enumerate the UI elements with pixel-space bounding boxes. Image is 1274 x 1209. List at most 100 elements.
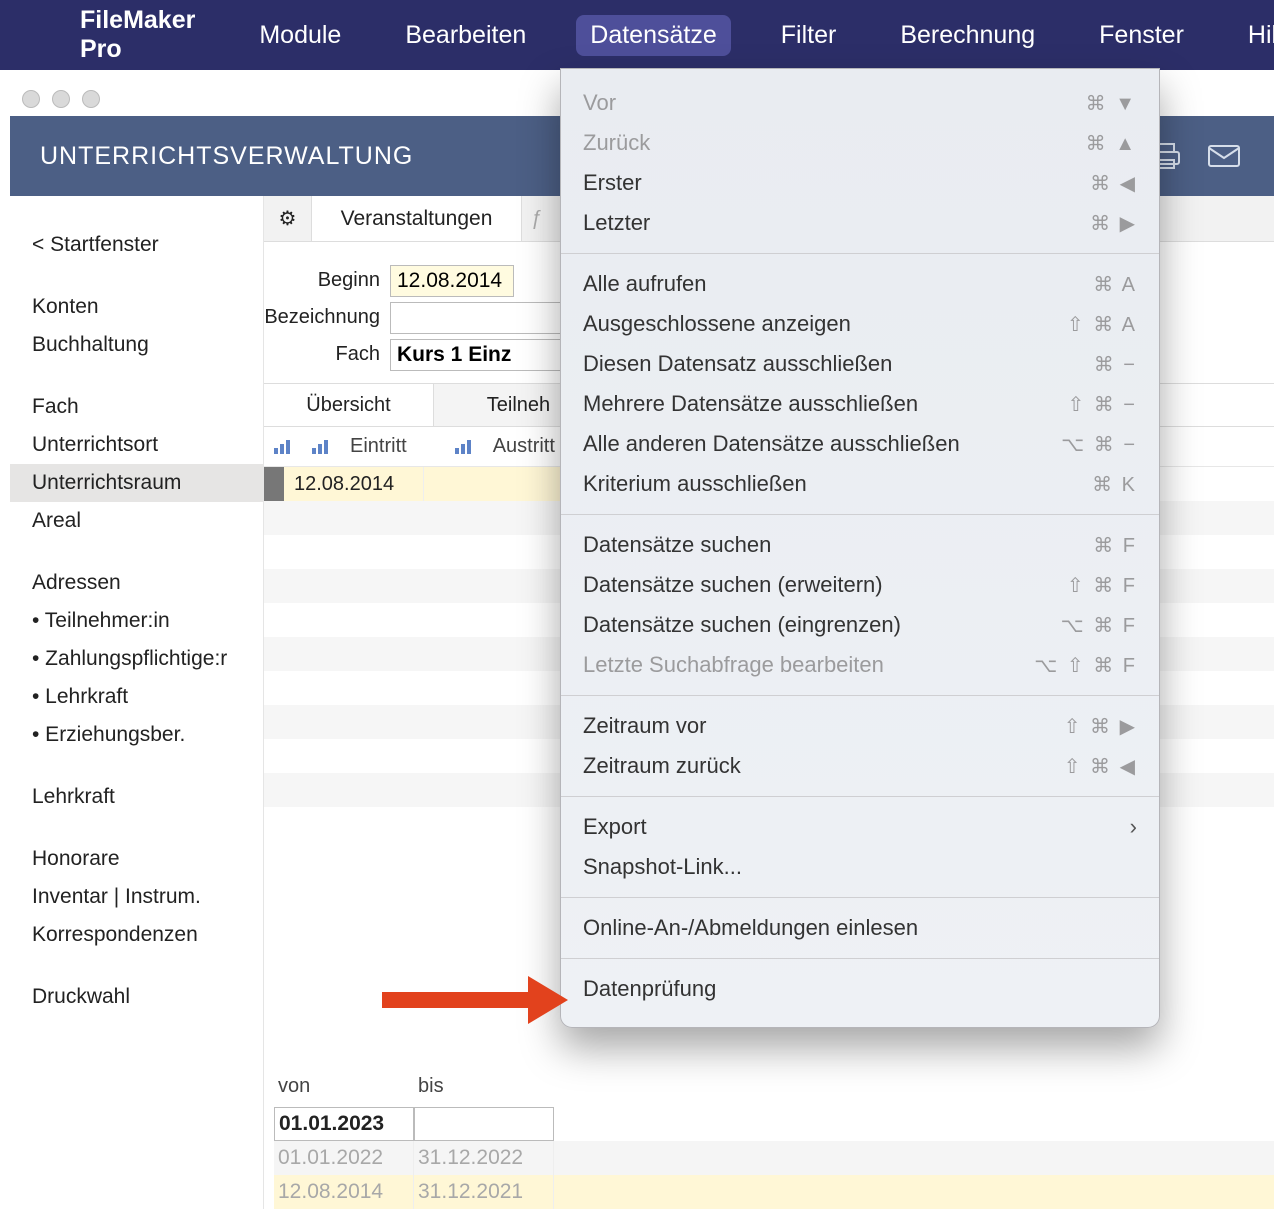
col-eintritt[interactable]: Eintritt <box>350 435 407 458</box>
menu-shortcut: ⌘ ▼ <box>1086 91 1137 116</box>
menu-item[interactable]: Zeitraum vor⇧ ⌘ ▶ <box>561 706 1159 746</box>
cell-austritt[interactable] <box>424 467 564 501</box>
menu-item-label: Letzte Suchabfrage bearbeiten <box>583 652 1034 678</box>
menu-item: Vor⌘ ▼ <box>561 83 1159 123</box>
menu-item-label: Datenprüfung <box>583 976 1137 1002</box>
menu-filter[interactable]: Filter <box>767 15 851 56</box>
menu-shortcut: ⇧ ⌘ F <box>1067 573 1137 598</box>
sidebar-druckwahl[interactable]: Druckwahl <box>10 978 263 1016</box>
cell-von[interactable]: 01.01.2022 <box>274 1141 414 1175</box>
tab-veranstaltungen[interactable]: Veranstaltungen <box>312 196 522 241</box>
close-dot-icon[interactable] <box>22 90 40 108</box>
sidebar-back[interactable]: < Startfenster <box>10 226 263 264</box>
mail-icon[interactable] <box>1204 136 1244 176</box>
cell-von[interactable]: 01.01.2023 <box>274 1107 414 1141</box>
menu-fenster[interactable]: Fenster <box>1085 15 1198 56</box>
menu-item[interactable]: Letzter⌘ ▶ <box>561 203 1159 243</box>
sidebar-lehrkraft-a[interactable]: • Lehrkraft <box>10 678 263 716</box>
label-beginn: Beginn <box>264 269 390 292</box>
menu-datensaetze[interactable]: Datensätze <box>576 15 730 56</box>
sidebar: < Startfenster Konten Buchhaltung Fach U… <box>10 196 264 1209</box>
menu-item[interactable]: Snapshot-Link... <box>561 847 1159 887</box>
menu-item: Zurück⌘ ▲ <box>561 123 1159 163</box>
sidebar-konten[interactable]: Konten <box>10 288 263 326</box>
sidebar-inventar[interactable]: Inventar | Instrum. <box>10 878 263 916</box>
menu-item-label: Alle aufrufen <box>583 271 1093 297</box>
menu-item-label: Erster <box>583 170 1090 196</box>
menu-hilfe[interactable]: Hilfe <box>1234 15 1274 56</box>
menu-item[interactable]: Zeitraum zurück⇧ ⌘ ◀ <box>561 746 1159 786</box>
period-row[interactable]: 12.08.2014 31.12.2021 <box>274 1175 1274 1209</box>
menu-shortcut: ⇧ ⌘ ▶ <box>1064 714 1137 739</box>
gear-icon[interactable]: ⚙︎ <box>264 196 312 241</box>
min-dot-icon[interactable] <box>52 90 70 108</box>
mac-menubar: FileMaker Pro Module Bearbeiten Datensät… <box>0 0 1274 70</box>
menu-shortcut: ⌥ ⌘ − <box>1061 432 1137 457</box>
sidebar-korrespondenzen[interactable]: Korrespondenzen <box>10 916 263 954</box>
menu-item[interactable]: Ausgeschlossene anzeigen⇧ ⌘ A <box>561 304 1159 344</box>
period-row[interactable]: 01.01.2022 31.12.2022 <box>274 1141 1274 1175</box>
menu-item[interactable]: Export› <box>561 807 1159 847</box>
chevron-right-icon: › <box>1130 814 1137 840</box>
menu-item-label: Alle anderen Datensätze ausschließen <box>583 431 1061 457</box>
sidebar-zahlungspflichtige[interactable]: • Zahlungspflichtige:r <box>10 640 263 678</box>
menu-shortcut: ⇧ ⌘ ◀ <box>1064 754 1137 779</box>
menu-item-label: Zeitraum zurück <box>583 753 1064 779</box>
menu-module[interactable]: Module <box>245 15 355 56</box>
menu-item-label: Ausgeschlossene anzeigen <box>583 311 1067 337</box>
sidebar-fach[interactable]: Fach <box>10 388 263 426</box>
sidebar-buchhaltung[interactable]: Buchhaltung <box>10 326 263 364</box>
sidebar-unterrichtsort[interactable]: Unterrichtsort <box>10 426 263 464</box>
cell-bis[interactable]: 31.12.2022 <box>414 1141 554 1175</box>
col-austritt[interactable]: Austritt <box>493 435 555 458</box>
input-beginn[interactable] <box>390 265 514 297</box>
menu-item[interactable]: Diesen Datensatz ausschließen⌘ − <box>561 344 1159 384</box>
menu-shortcut: ⌘ A <box>1093 272 1137 297</box>
menu-item[interactable]: Datensätze suchen (eingrenzen)⌥ ⌘ F <box>561 605 1159 645</box>
periods-grid: von bis 01.01.2023 01.01.2022 31.12.2022… <box>274 1075 1274 1209</box>
tab-uebersicht[interactable]: Übersicht <box>264 384 434 426</box>
menu-item-label: Vor <box>583 90 1086 116</box>
menu-item[interactable]: Datensätze suchen⌘ F <box>561 525 1159 565</box>
sidebar-lehrkraft[interactable]: Lehrkraft <box>10 778 263 816</box>
menu-item-label: Datensätze suchen <box>583 532 1093 558</box>
sort-icon[interactable] <box>455 440 475 454</box>
menu-item[interactable]: Mehrere Datensätze ausschließen⇧ ⌘ − <box>561 384 1159 424</box>
menu-item-label: Snapshot-Link... <box>583 854 1137 880</box>
menu-item-label: Mehrere Datensätze ausschließen <box>583 391 1067 417</box>
zoom-dot-icon[interactable] <box>82 90 100 108</box>
period-row[interactable]: 01.01.2023 <box>274 1107 1274 1141</box>
col-bis: bis <box>414 1075 554 1107</box>
menu-item[interactable]: Erster⌘ ◀ <box>561 163 1159 203</box>
sort-icon[interactable] <box>274 440 294 454</box>
menu-item-label: Datensätze suchen (eingrenzen) <box>583 612 1061 638</box>
sidebar-erziehungsber[interactable]: • Erziehungsber. <box>10 716 263 754</box>
menu-shortcut: ⌘ ▲ <box>1086 131 1137 156</box>
menu-shortcut: ⇧ ⌘ A <box>1067 312 1137 337</box>
menu-item[interactable]: Alle aufrufen⌘ A <box>561 264 1159 304</box>
tab-ghost[interactable]: ƒ <box>522 196 550 241</box>
sidebar-areal[interactable]: Areal <box>10 502 263 540</box>
menu-shortcut: ⌥ ⇧ ⌘ F <box>1034 653 1137 678</box>
menu-item[interactable]: Datensätze suchen (erweitern)⇧ ⌘ F <box>561 565 1159 605</box>
menu-shortcut: ⌘ − <box>1094 352 1137 377</box>
sort-icon[interactable] <box>312 440 332 454</box>
menu-item[interactable]: Online-An-/Abmeldungen einlesen <box>561 908 1159 948</box>
menu-item: Letzte Suchabfrage bearbeiten⌥ ⇧ ⌘ F <box>561 645 1159 685</box>
menu-berechnung[interactable]: Berechnung <box>886 15 1049 56</box>
menu-item[interactable]: Alle anderen Datensätze ausschließen⌥ ⌘ … <box>561 424 1159 464</box>
cell-eintritt[interactable]: 12.08.2014 <box>284 467 424 501</box>
menu-bearbeiten[interactable]: Bearbeiten <box>391 15 540 56</box>
cell-bis[interactable]: 31.12.2021 <box>414 1175 554 1209</box>
cell-bis[interactable] <box>414 1107 554 1141</box>
sidebar-unterrichtsraum[interactable]: Unterrichtsraum <box>10 464 263 502</box>
menu-item[interactable]: Kriterium ausschließen⌘ K <box>561 464 1159 504</box>
menu-item[interactable]: Datenprüfung <box>561 969 1159 1009</box>
app-name[interactable]: FileMaker Pro <box>66 0 209 70</box>
menu-shortcut: ⌘ K <box>1092 472 1137 497</box>
cell-von[interactable]: 12.08.2014 <box>274 1175 414 1209</box>
label-bezeichnung: Bezeichnung <box>264 306 390 329</box>
menu-shortcut: ⌥ ⌘ F <box>1061 613 1137 638</box>
sidebar-teilnehmer[interactable]: • Teilnehmer:in <box>10 602 263 640</box>
sidebar-honorare[interactable]: Honorare <box>10 840 263 878</box>
